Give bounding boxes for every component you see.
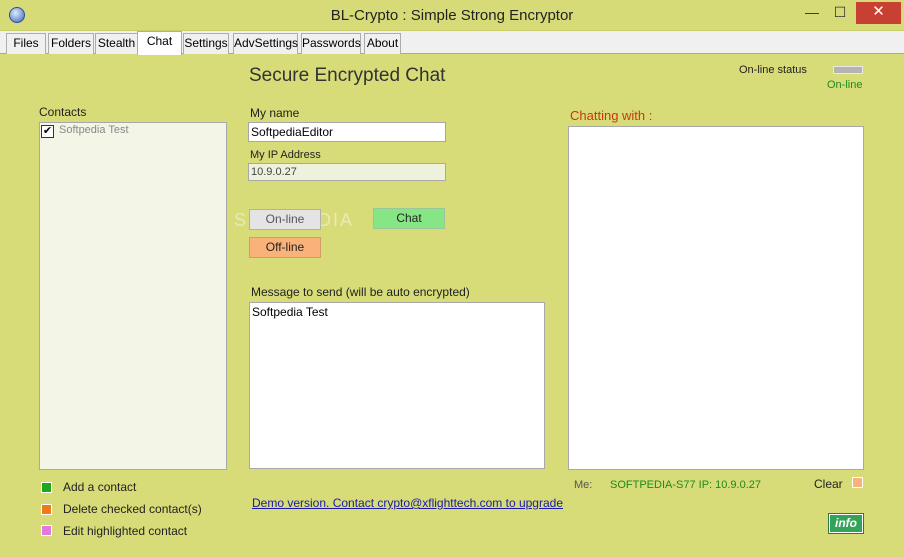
page-title: Secure Encrypted Chat bbox=[249, 65, 446, 86]
tab-advsettings[interactable]: AdvSettings bbox=[233, 33, 298, 54]
online-status-indicator bbox=[833, 66, 863, 74]
my-name-label: My name bbox=[250, 106, 300, 120]
contacts-label: Contacts bbox=[39, 105, 87, 119]
edit-contact-button[interactable]: Edit highlighted contact bbox=[63, 524, 187, 538]
delete-contacts-icon[interactable] bbox=[41, 504, 52, 515]
delete-contacts-button[interactable]: Delete checked contact(s) bbox=[63, 502, 202, 516]
tab-files[interactable]: Files bbox=[6, 33, 46, 54]
tab-settings[interactable]: Settings bbox=[183, 33, 229, 54]
close-icon[interactable]: ✕ bbox=[856, 2, 901, 24]
add-contact-button[interactable]: Add a contact bbox=[63, 480, 136, 494]
me-label: Me: bbox=[574, 479, 593, 491]
window-title: BL-Crypto : Simple Strong Encryptor bbox=[330, 7, 574, 24]
online-status-label: On-line status bbox=[739, 64, 807, 76]
demo-upgrade-link[interactable]: Demo version. Contact crypto@xflighttech… bbox=[252, 496, 563, 510]
online-status-value: On-line bbox=[827, 79, 863, 91]
tab-bar: Files Folders Stealth Chat Settings AdvS… bbox=[0, 31, 904, 55]
minimize-icon[interactable]: — bbox=[798, 2, 826, 24]
chat-history[interactable] bbox=[568, 126, 864, 470]
my-name-field[interactable]: SoftpediaEditor bbox=[248, 122, 446, 142]
chat-button[interactable]: Chat bbox=[373, 208, 445, 229]
message-label: Message to send (will be auto encrypted) bbox=[251, 285, 470, 299]
contacts-list[interactable]: ✔ Softpedia Test bbox=[39, 122, 227, 470]
contact-checkbox[interactable]: ✔ bbox=[41, 125, 54, 138]
clear-label: Clear bbox=[814, 477, 843, 491]
tab-chat[interactable]: Chat bbox=[137, 31, 182, 55]
maximize-icon[interactable]: ☐ bbox=[826, 2, 854, 24]
tab-folders[interactable]: Folders bbox=[48, 33, 94, 54]
offline-button[interactable]: Off-line bbox=[249, 237, 321, 258]
chat-panel: Secure Encrypted Chat On-line status On-… bbox=[4, 54, 900, 554]
add-contact-icon[interactable] bbox=[41, 482, 52, 493]
my-ip-label: My IP Address bbox=[250, 149, 321, 161]
message-input[interactable]: Softpedia Test bbox=[249, 302, 545, 469]
tab-passwords[interactable]: Passwords bbox=[301, 33, 361, 54]
clear-button[interactable] bbox=[852, 477, 863, 488]
tab-about[interactable]: About bbox=[364, 33, 401, 54]
chatting-with-label: Chatting with : bbox=[570, 108, 653, 123]
my-ip-field: 10.9.0.27 bbox=[248, 163, 446, 181]
me-value: SOFTPEDIA-S77 IP: 10.9.0.27 bbox=[610, 479, 762, 491]
title-bar: BL-Crypto : Simple Strong Encryptor — ☐ … bbox=[0, 0, 904, 31]
tab-stealth[interactable]: Stealth bbox=[95, 33, 138, 54]
info-button[interactable]: info bbox=[828, 513, 864, 534]
online-button[interactable]: On-line bbox=[249, 209, 321, 230]
contact-item[interactable]: Softpedia Test bbox=[59, 124, 129, 136]
edit-contact-icon[interactable] bbox=[41, 525, 52, 536]
